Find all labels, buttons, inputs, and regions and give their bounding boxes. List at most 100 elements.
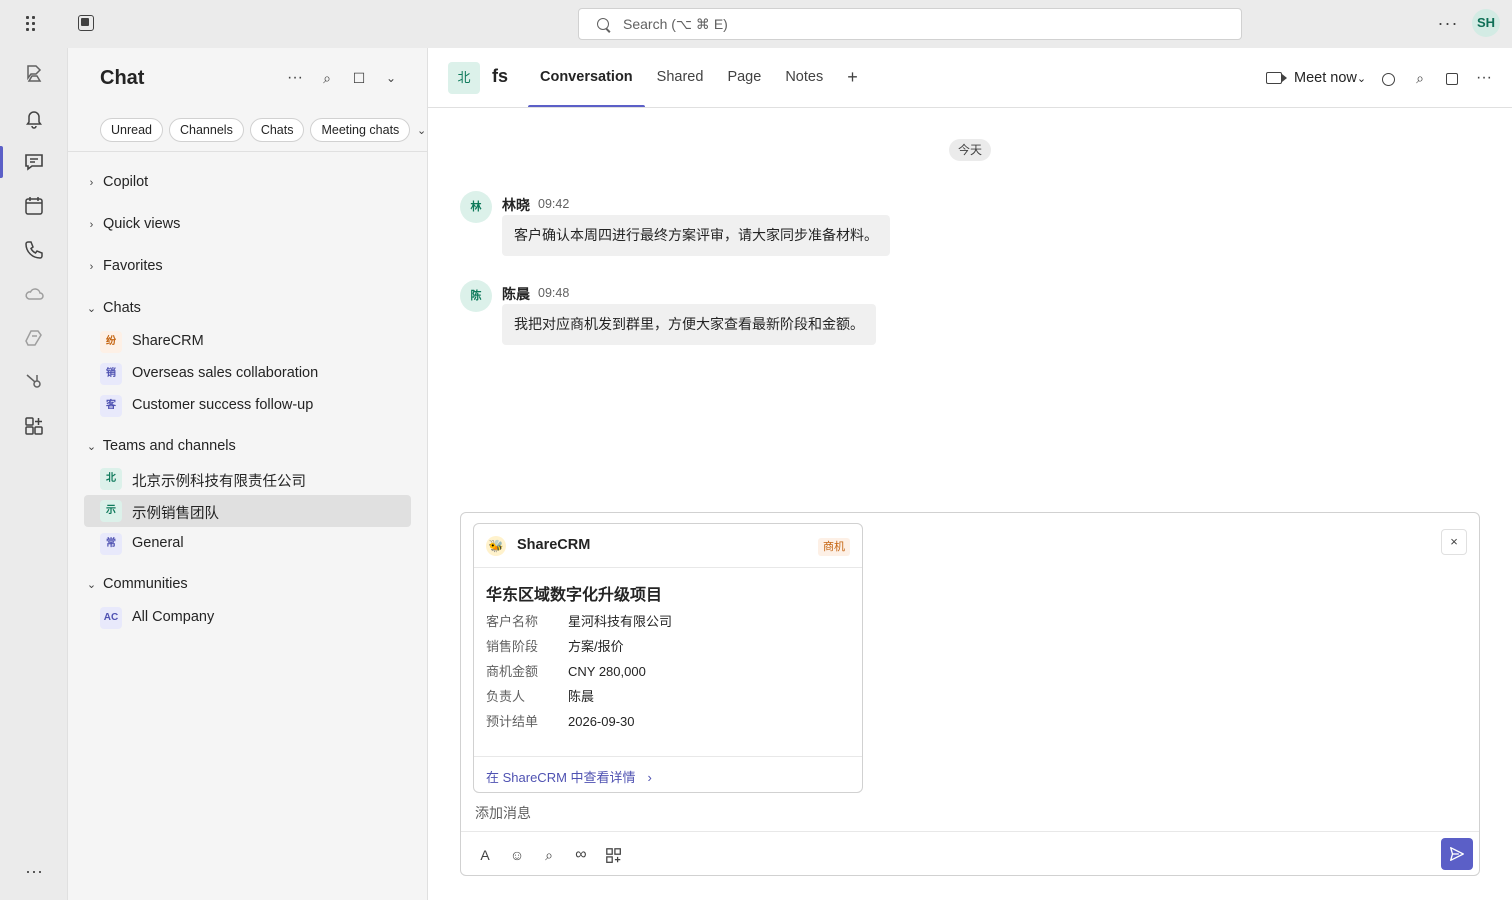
sender-name[interactable]: 林晓 [502,195,530,215]
section-communities[interactable]: ⌄ Communities [84,571,188,597]
rail-more-icon[interactable]: ··· [0,851,68,891]
add-tab-button[interactable]: + [835,48,870,108]
chat-item-sharecrm[interactable]: 纷 ShareCRM [84,326,411,358]
message-input[interactable]: 添加消息 [475,803,531,823]
section-label: Communities [103,576,188,592]
filter-chats[interactable]: Chats [249,118,305,142]
field-close-date: 预计结单 2026-09-30 [486,712,635,732]
community-item-all-company[interactable]: AC All Company [84,602,411,634]
video-camera-icon [1266,72,1287,84]
chevron-down-icon: ⌄ [86,579,97,591]
team-item-beijing[interactable]: 北 北京示例科技有限责任公司 [84,463,411,495]
tab-shared[interactable]: Shared [645,48,716,108]
filter-unread[interactable]: Unread [100,118,163,142]
divider [68,151,428,152]
rail-copilot-icon[interactable] [0,54,68,94]
community-name: All Company [132,609,215,625]
section-teams-and-channels[interactable]: ⌄ Teams and channels [84,433,236,459]
channel-item-general[interactable]: 常 General [84,528,411,560]
channel-name: General [132,535,184,551]
opportunity-title: 华东区域数字化升级项目 [486,587,663,604]
filter-channels[interactable]: Channels [169,118,244,142]
search-icon[interactable]: ⌕ [535,841,563,869]
section-quick-views[interactable]: › Quick views [84,211,181,237]
more-options-icon[interactable]: ··· [1472,66,1496,90]
section-copilot[interactable]: › Copilot [84,169,149,195]
sender-avatar[interactable]: 林 [460,191,492,223]
more-options-icon[interactable]: ··· [1436,12,1460,36]
rail-calendar-icon[interactable] [0,186,68,226]
top-bar: Search (⌥ ⌘ E) ··· SH [0,0,1512,48]
tab-page[interactable]: Page [715,48,773,108]
chevron-down-icon: ⌄ [1356,72,1367,85]
search-icon [597,18,609,30]
channel-name: 示例销售团队 [132,506,219,522]
crm-opportunity-card: 🐝 ShareCRM 商机 华东区域数字化升级项目 客户名称 星河科技有限公司 销… [473,523,863,793]
search-icon[interactable]: ⌕ [1408,66,1432,90]
chat-item-customer-success[interactable]: 客 Customer success follow-up [84,390,411,422]
user-avatar[interactable]: SH [1472,9,1500,37]
pop-out-icon[interactable]: ☐ [347,66,371,90]
pop-out-icon[interactable] [1440,66,1464,90]
rail-activity-bell-icon[interactable] [0,98,68,138]
search-input[interactable]: Search (⌥ ⌘ E) [623,16,728,33]
send-icon [1450,847,1464,861]
chat-avatar: 销 [100,363,122,385]
chevron-right-icon: › [89,219,94,231]
rail-onedrive-cloud-icon[interactable] [0,274,68,314]
chevron-down-icon: ⌄ [86,303,97,315]
team-name: 北京示例科技有限责任公司 [132,474,306,490]
format-text-icon[interactable]: A [471,841,499,869]
opportunity-badge: 商机 [818,538,850,556]
rail-loop-icon[interactable] [0,318,68,358]
sidebar-toggle-icon[interactable] [78,15,94,31]
apps-icon[interactable] [600,841,628,869]
search-icon[interactable]: ⌕ [315,66,339,90]
rail-hub-icon[interactable] [0,362,68,402]
send-button[interactable] [1441,838,1473,870]
section-favorites[interactable]: › Favorites [84,253,163,279]
rail-apps-icon[interactable] [0,406,68,446]
section-label: Quick views [103,216,181,232]
meet-now-button[interactable]: Meet now ⌄ [1266,67,1366,89]
tab-notes[interactable]: Notes [773,48,835,108]
field-customer: 客户名称 星河科技有限公司 [486,612,672,632]
emoji-icon[interactable]: ☺ [503,841,531,869]
chat-item-overseas-sales[interactable]: 销 Overseas sales collaboration [84,358,411,390]
chevron-right-icon: › [647,770,652,785]
search-box[interactable]: Search (⌥ ⌘ E) [578,8,1242,40]
filter-meeting-chats[interactable]: Meeting chats [310,118,411,142]
field-stage: 销售阶段 方案/报价 [486,637,624,657]
app-rail: ··· [0,48,68,900]
section-chats[interactable]: ⌄ Chats [84,295,141,321]
chevron-down-icon[interactable]: ⌄ [379,66,403,90]
view-in-sharecrm-link[interactable]: 在 ShareCRM 中查看详情 › [486,767,652,786]
team-avatar: 北 [448,62,480,94]
field-value: 陈晨 [568,689,595,704]
chat-avatar: 纷 [100,331,122,353]
sender-name[interactable]: 陈晨 [502,284,530,304]
compose-box: 🐝 ShareCRM 商机 华东区域数字化升级项目 客户名称 星河科技有限公司 销… [460,512,1480,876]
field-label: 商机金额 [486,664,539,679]
divider [428,107,1512,108]
field-owner: 负责人 陈晨 [486,687,594,707]
message-time: 09:48 [538,286,570,300]
sender-avatar[interactable]: 陈 [460,280,492,312]
meet-now-label: Meet now [1294,70,1357,86]
field-value: CNY 280,000 [568,664,646,679]
rail-chat-icon[interactable] [0,142,68,182]
channel-item-sales-team[interactable]: 示 示例销售团队 [84,495,411,527]
message-bubble[interactable]: 客户确认本周四进行最终方案评审，请大家同步准备材料。 [502,215,890,256]
app-launcher-icon[interactable] [24,14,44,34]
field-label: 预计结单 [486,714,539,729]
loop-icon[interactable]: ∞ [567,841,595,869]
rail-calls-phone-icon[interactable] [0,230,68,270]
message-bubble[interactable]: 我把对应商机发到群里，方便大家查看最新阶段和金额。 [502,304,876,345]
filter-overflow-chevron-icon[interactable]: ⌄ [417,124,426,137]
chat-name: Overseas sales collaboration [132,365,319,381]
link-label: 在 ShareCRM 中查看详情 [486,770,636,785]
status-circle-icon[interactable] [1376,66,1400,90]
tab-conversation[interactable]: Conversation [528,48,645,108]
more-icon[interactable]: ··· [283,66,307,90]
remove-card-button[interactable]: × [1441,529,1467,555]
